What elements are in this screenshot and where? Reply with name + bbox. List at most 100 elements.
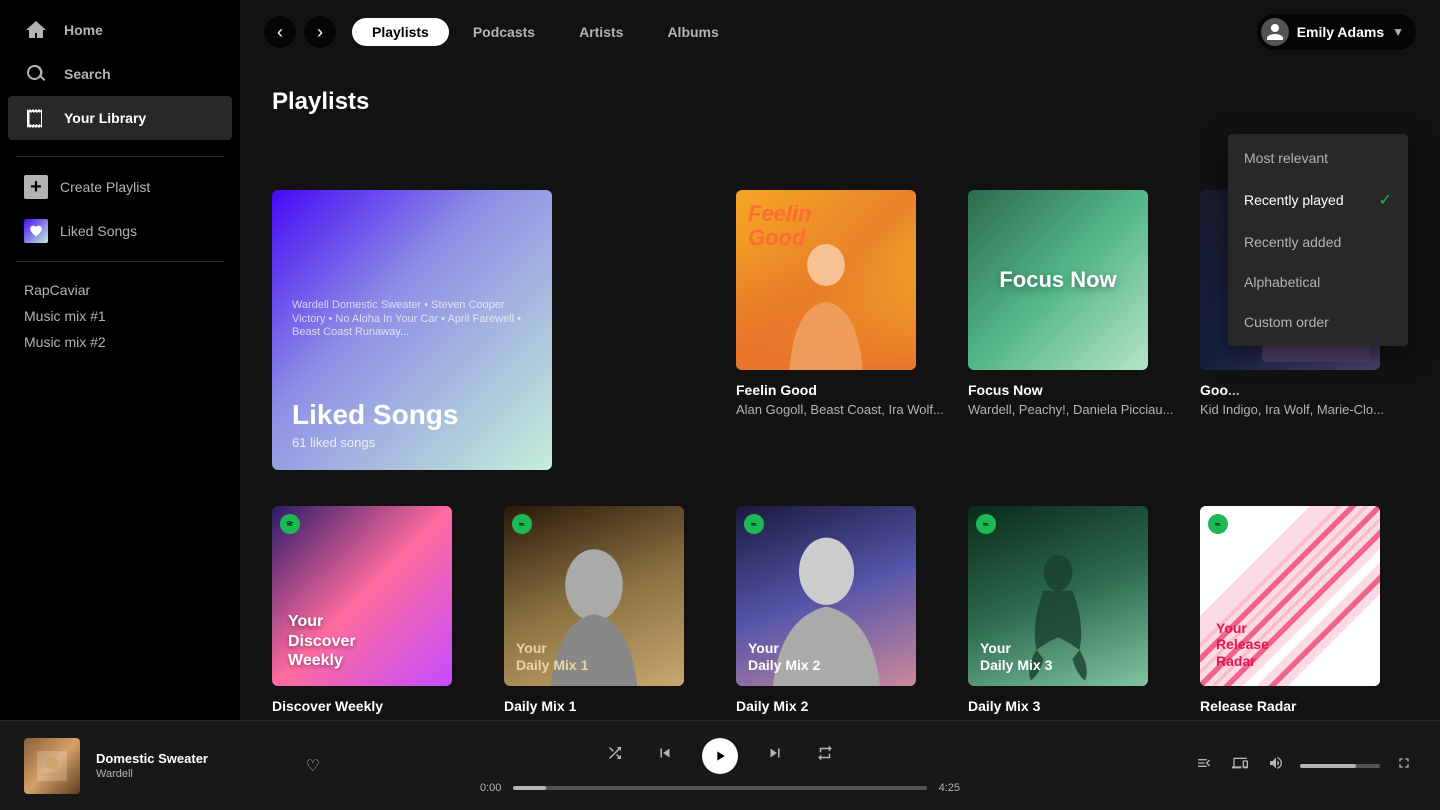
home-icon [24,18,48,42]
card-discover-weekly-title: Discover Weekly [272,698,480,714]
sort-option-most-relevant[interactable]: Most relevant [1228,138,1408,178]
np-progress: 0:00 4:25 [480,782,960,794]
sidebar-create-playlist-label: Create Playlist [60,179,150,195]
sidebar-item-library-label: Your Library [64,110,146,126]
devices-button[interactable] [1228,751,1252,780]
daily3-image-text: YourDaily Mix 3 [980,640,1052,674]
user-avatar [1261,18,1289,46]
sidebar-item-liked-songs[interactable]: Liked Songs [8,209,232,253]
np-heart-button[interactable]: ♡ [302,752,324,780]
card-feelin-good-subtitle: Alan Gogoll, Beast Coast, Ira Wolf... [736,402,944,417]
sort-option-recently-added[interactable]: Recently added [1228,222,1408,262]
spotify-dot-daily3 [976,514,996,534]
volume-slider[interactable] [1300,764,1380,768]
spotify-dot-discover [280,514,300,534]
queue-button[interactable] [1192,751,1216,780]
previous-button[interactable] [652,740,678,771]
sort-option-alphabetical[interactable]: Alphabetical [1228,262,1408,302]
card-focus-now[interactable]: Focus Now Focus Now Wardell, Peachy!, Da… [968,190,1176,482]
liked-songs-title-text: Liked Songs 61 liked songs [292,399,532,450]
card-release-radar[interactable]: YourReleaseRadar Release Radar Made for … [1200,506,1408,720]
next-button[interactable] [762,740,788,771]
sidebar-item-home[interactable]: Home [8,8,232,52]
card-focus-now-title: Focus Now [968,382,1176,398]
card-release-radar-subtitle: Made for you [1200,718,1408,720]
np-album-art [24,738,80,794]
card-good-subtitle: Kid Indigo, Ira Wolf, Marie-Clo... [1200,402,1408,417]
sidebar-library-items: RapCaviar Music mix #1 Music mix #2 [0,270,240,362]
sidebar-divider-2 [16,261,224,262]
card-focus-now-subtitle: Wardell, Peachy!, Daniela Picciau... [968,402,1176,417]
tab-artists[interactable]: Artists [559,18,643,46]
np-left: Domestic Sweater Wardell ♡ [24,738,324,794]
card-discover-weekly[interactable]: YourDiscoverWeekly Discover Weekly Made … [272,506,480,720]
np-info: Domestic Sweater Wardell [96,751,286,780]
sidebar-item-rapcaviar[interactable]: RapCaviar [24,278,216,302]
topbar: ‹ › Playlists Podcasts Artists Albums Em… [240,0,1440,64]
fullscreen-button[interactable] [1392,751,1416,780]
sort-option-recently-played[interactable]: Recently played ✓ [1228,178,1408,222]
volume-button[interactable] [1264,751,1288,780]
progress-fill [513,786,546,790]
card-feelin-good-title: Feelin Good [736,382,944,398]
card-daily-mix-1[interactable]: YourDaily Mix 1 Daily Mix 1 Gene Evaro J… [504,506,712,720]
spotify-dot-daily2 [744,514,764,534]
card-feelin-good[interactable]: FeelinGood Feelin Good Alan Gogoll, Beas… [736,190,944,482]
card-liked-songs[interactable]: Wardell Domestic Sweater • Steven Cooper… [272,190,712,482]
discover-image-text: YourDiscoverWeekly [288,612,356,670]
focus-now-image-text: Focus Now [999,267,1116,293]
card-daily-mix-2-subtitle: The Serious Hyenas, Lo Zo, Cilantro... [736,718,944,720]
radar-image-text: YourReleaseRadar [1216,620,1269,670]
card-daily-mix-2[interactable]: YourDaily Mix 2 Daily Mix 2 The Serious … [736,506,944,720]
search-icon [24,62,48,86]
topbar-tabs: Playlists Podcasts Artists Albums [352,18,1241,46]
np-time-total: 4:25 [939,782,960,794]
card-good-title: Goo... [1200,382,1408,398]
tab-playlists[interactable]: Playlists [352,18,449,46]
card-daily-mix-1-title: Daily Mix 1 [504,698,712,714]
user-menu[interactable]: Emily Adams ▼ [1257,14,1416,50]
card-release-radar-title: Release Radar [1200,698,1408,714]
sidebar-item-library[interactable]: Your Library [8,96,232,140]
volume-fill [1300,764,1356,768]
tab-podcasts[interactable]: Podcasts [453,18,555,46]
page-title: Playlists [272,88,1408,116]
back-button[interactable]: ‹ [264,16,296,48]
sort-dropdown-menu: Most relevant Recently played ✓ Recently… [1228,134,1408,346]
np-center: 0:00 4:25 [324,738,1116,794]
now-playing-bar: Domestic Sweater Wardell ♡ [0,720,1440,810]
liked-songs-icon [24,219,48,243]
sidebar-item-music-mix-1[interactable]: Music mix #1 [24,304,216,328]
progress-bar[interactable] [513,786,926,790]
card-discover-weekly-subtitle: Made for you [272,718,480,720]
spotify-dot-radar [1208,514,1228,534]
sidebar-playlists: + Create Playlist Liked Songs [0,165,240,253]
sidebar-item-search[interactable]: Search [8,52,232,96]
user-name: Emily Adams [1297,24,1384,40]
sidebar-item-music-mix-2[interactable]: Music mix #2 [24,330,216,354]
sidebar-nav: Home Search Your Library [0,8,240,140]
sidebar-item-create-playlist[interactable]: + Create Playlist [8,165,232,209]
card-daily-mix-3-title: Daily Mix 3 [968,698,1176,714]
daily1-image-text: YourDaily Mix 1 [516,640,588,674]
sidebar-item-search-label: Search [64,66,111,82]
play-pause-button[interactable] [702,738,738,774]
np-artist: Wardell [96,768,286,780]
sidebar-liked-songs-label: Liked Songs [60,223,137,239]
repeat-button[interactable] [812,740,838,771]
np-time-current: 0:00 [480,782,501,794]
sidebar-divider [16,156,224,157]
sidebar: Home Search Your Library [0,0,240,720]
daily2-image-text: YourDaily Mix 2 [748,640,820,674]
shuffle-button[interactable] [602,740,628,771]
library-icon [24,106,48,130]
card-daily-mix-3[interactable]: YourDaily Mix 3 Daily Mix 3 Marie-Clo, N… [968,506,1176,720]
np-right [1116,751,1416,780]
np-controls [602,738,838,774]
card-daily-mix-2-title: Daily Mix 2 [736,698,944,714]
sort-option-custom-order[interactable]: Custom order [1228,302,1408,342]
user-dropdown-arrow: ▼ [1392,25,1404,39]
check-icon: ✓ [1379,190,1392,210]
tab-albums[interactable]: Albums [647,18,738,46]
forward-button[interactable]: › [304,16,336,48]
